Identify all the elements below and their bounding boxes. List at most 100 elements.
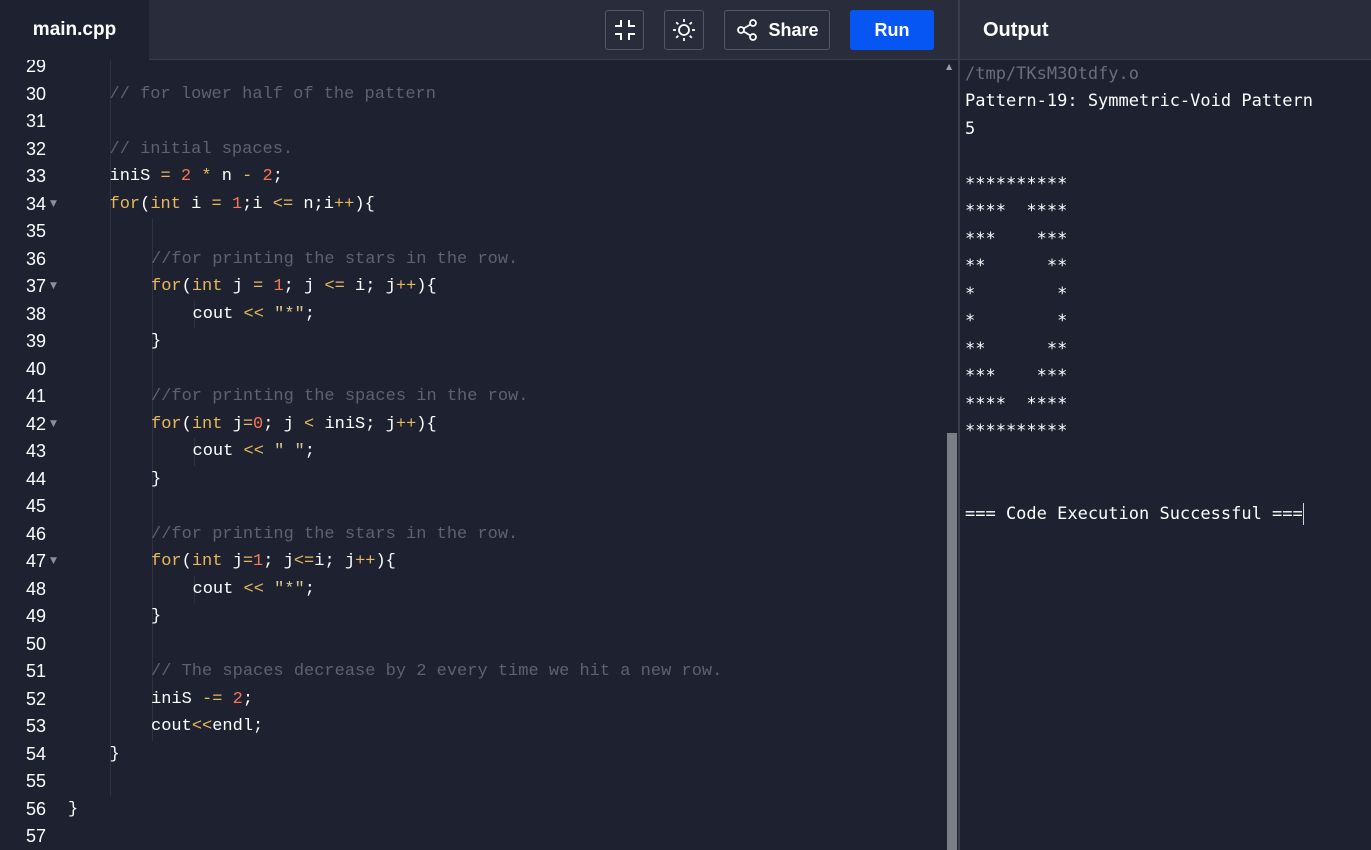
code-token: ; j xyxy=(263,552,294,571)
code-token: ( xyxy=(181,552,192,571)
code-line[interactable]: 53 cout<<endl; xyxy=(0,713,945,741)
code-text: // for lower half of the pattern xyxy=(110,81,436,109)
output-line: **** **** xyxy=(965,198,1313,226)
code-token: 2 xyxy=(232,689,243,709)
code-line[interactable]: 30 // for lower half of the pattern xyxy=(0,80,945,109)
code-line[interactable]: 29 xyxy=(0,60,945,81)
code-token: << xyxy=(191,717,213,736)
line-number: 42 xyxy=(25,413,46,434)
code-line[interactable]: 50 xyxy=(0,630,945,658)
code-line[interactable]: 56} xyxy=(0,796,945,824)
indent-guide xyxy=(152,355,153,383)
output-line: **** **** xyxy=(965,391,1313,419)
indent-guide xyxy=(110,493,111,521)
line-number: 45 xyxy=(25,496,46,516)
indent-guide xyxy=(110,575,111,603)
code-token: "*" xyxy=(274,304,305,324)
output-line-text: **** **** xyxy=(965,393,1068,414)
code-token: ( xyxy=(140,194,151,214)
code-token: -= xyxy=(202,689,223,709)
code-line[interactable]: 49} xyxy=(0,603,945,631)
editor-scrollbar-thumb[interactable] xyxy=(947,433,957,850)
code-text: // The spaces decrease by 2 every time w… xyxy=(151,658,722,686)
code-line[interactable]: 55 xyxy=(0,768,945,796)
code-text: for(int j=1; j<=i; j++){ xyxy=(151,548,396,576)
code-token: cout xyxy=(192,442,244,461)
file-tab-main-cpp[interactable]: main.cpp xyxy=(0,0,149,60)
output-line: ********** xyxy=(965,171,1313,199)
code-line[interactable]: 39} xyxy=(0,328,945,356)
code-line[interactable]: 51 // The spaces decrease by 2 every time… xyxy=(0,658,945,686)
code-token: for xyxy=(151,277,182,296)
code-line[interactable]: 41 //for printing the spaces in the row. xyxy=(0,383,945,411)
code-line[interactable]: 33 iniS = 2 * n - 2; xyxy=(0,163,945,191)
line-number: 38 xyxy=(25,303,46,324)
code-line[interactable]: 54} xyxy=(0,740,945,768)
code-token: ++ xyxy=(333,194,355,214)
fold-arrow-icon[interactable]: ▼ xyxy=(50,548,57,576)
line-number: 51 xyxy=(25,661,46,681)
code-line[interactable]: 34 ▼ for(int i = 1;i <= n;i++){ xyxy=(0,190,945,219)
code-line[interactable]: 48 cout << "*"; xyxy=(0,575,945,604)
code-token: //for printing the stars in the row. xyxy=(151,524,519,544)
output-line: * * xyxy=(965,308,1313,336)
code-text: } xyxy=(68,796,78,824)
share-button[interactable]: Share xyxy=(724,10,830,50)
code-token: ; xyxy=(304,579,315,599)
collapse-icon xyxy=(614,20,635,40)
indent-guide xyxy=(152,300,153,328)
fold-arrow-icon[interactable]: ▼ xyxy=(50,191,57,219)
code-token: i xyxy=(180,194,212,214)
code-token: i; j xyxy=(344,277,396,296)
line-number: 54 xyxy=(25,743,46,764)
scroll-up-arrow-icon[interactable]: ▲ xyxy=(946,62,952,71)
collapse-button[interactable] xyxy=(605,10,644,50)
code-line[interactable]: 37 ▼ for(int j = 1; j <= i; j++){ xyxy=(0,273,945,301)
code-token: ; xyxy=(272,167,283,186)
code-token: = xyxy=(242,414,254,434)
code-line[interactable]: 40 xyxy=(0,355,945,383)
theme-toggle-button[interactable] xyxy=(664,10,704,50)
code-line[interactable]: 31 xyxy=(0,108,945,136)
output-line-text: * * xyxy=(965,311,1068,331)
code-line[interactable]: 45 xyxy=(0,493,945,521)
code-line[interactable]: 43 cout << " "; xyxy=(0,438,945,466)
code-line[interactable]: 42 ▼ for(int j=0; j < iniS; j++){ xyxy=(0,410,945,439)
line-number: 40 xyxy=(25,358,46,379)
code-token: "*" xyxy=(274,579,305,599)
line-number: 29 xyxy=(25,60,46,76)
output-line-text: ** ** xyxy=(965,338,1068,359)
indent-guide xyxy=(110,630,111,658)
code-token: 2 xyxy=(262,167,273,186)
code-editor[interactable]: 57 56} 55 54} 53 cout<<endl; 52 iniS -= 2; 51// … xyxy=(0,60,958,850)
fold-arrow-icon[interactable]: ▼ xyxy=(50,411,57,439)
code-token: i; j xyxy=(314,552,356,571)
indent-guide xyxy=(110,410,111,438)
indent-guide xyxy=(152,218,153,246)
output-line-text: 5 xyxy=(965,118,976,139)
code-line[interactable]: 38 cout << "*"; xyxy=(0,300,945,328)
code-line[interactable]: 44} xyxy=(0,465,945,493)
code-line[interactable]: 46 //for printing the stars in the row. xyxy=(0,520,945,548)
code-line[interactable]: 35 xyxy=(0,218,945,246)
fold-arrow-icon[interactable]: ▼ xyxy=(50,273,57,301)
code-token: << xyxy=(243,442,264,461)
run-button[interactable]: Run xyxy=(850,10,934,50)
indent-guide xyxy=(110,465,111,493)
line-number: 47 xyxy=(25,551,46,571)
code-line[interactable]: 36 //for printing the stars in the row. xyxy=(0,245,945,273)
code-line[interactable]: 32 // initial spaces. xyxy=(0,135,945,164)
line-number: 56 xyxy=(25,798,46,819)
line-number: 41 xyxy=(25,386,46,406)
code-token: cout xyxy=(151,717,192,736)
code-line[interactable]: 52 iniS -= 2; xyxy=(0,685,945,713)
code-text: cout << "*"; xyxy=(193,576,315,604)
code-token: } xyxy=(109,744,120,764)
code-line[interactable]: 47 ▼ for(int j=1; j<=i; j++){ xyxy=(0,548,945,576)
code-line[interactable]: 57 xyxy=(0,823,945,850)
indent-guide xyxy=(110,328,111,356)
code-text: // initial spaces. xyxy=(110,136,294,164)
